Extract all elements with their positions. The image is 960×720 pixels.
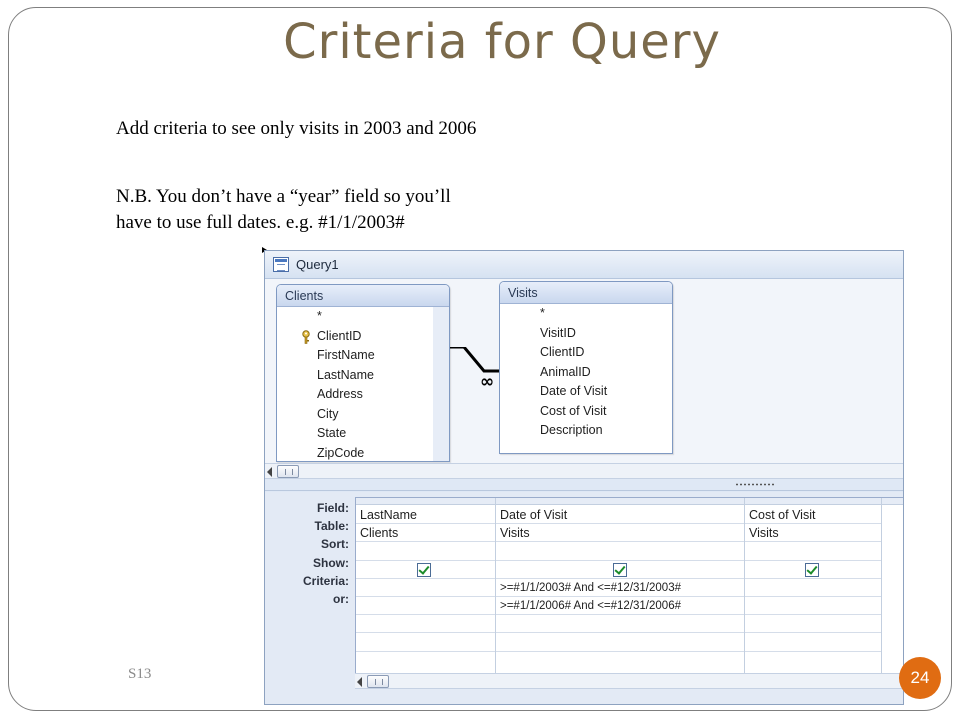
field-list-item[interactable]: Cost of Visit	[500, 402, 656, 422]
grid-row-labels: Field: Table: Sort: Show: Criteria: or:	[265, 499, 349, 608]
scrollbar-thumb[interactable]	[367, 675, 389, 688]
visits-table-box[interactable]: Visits * VisitID ClientID AnimalID Date …	[499, 281, 673, 454]
field-list-item[interactable]: FirstName	[277, 346, 433, 366]
query-design-grid[interactable]: LastName Clients Date of Visit Visits >=…	[355, 497, 903, 687]
grid-scrollbar[interactable]	[355, 673, 903, 689]
relationship-join-line[interactable]: 1 ∞	[450, 347, 500, 407]
show-cell[interactable]	[496, 561, 744, 579]
grid-column-lastname[interactable]: LastName Clients	[356, 498, 496, 686]
grid-column-empty[interactable]	[882, 498, 903, 686]
or-cell[interactable]	[745, 597, 881, 616]
field-list-item[interactable]: Address	[277, 385, 433, 405]
row-label-criteria: Criteria:	[302, 573, 349, 588]
column-selector[interactable]	[496, 498, 744, 505]
empty-cell[interactable]	[356, 615, 495, 634]
sort-cell[interactable]	[745, 542, 881, 561]
sort-cell[interactable]	[496, 542, 744, 561]
field-list-item[interactable]: Description	[500, 421, 656, 441]
or-cell[interactable]	[356, 597, 495, 616]
field-list-item[interactable]: ClientID	[500, 343, 656, 363]
criteria-cell[interactable]	[356, 579, 495, 597]
show-cell[interactable]	[745, 561, 881, 579]
empty-cell[interactable]	[745, 615, 881, 634]
field-list-item[interactable]: *	[500, 304, 656, 324]
page-number-badge: 24	[899, 657, 941, 699]
field-list-item[interactable]: ZipCode	[277, 444, 433, 462]
field-list-item[interactable]: Date of Visit	[500, 382, 656, 402]
clients-table-box[interactable]: Clients * ClientID FirstName LastName Ad…	[276, 284, 450, 462]
note-text: N.B. You don’t have a “year” field so yo…	[116, 186, 451, 233]
show-cell[interactable]	[356, 561, 495, 579]
row-label-or: or:	[333, 591, 349, 606]
query-tab[interactable]: Query1	[265, 251, 903, 279]
show-checkbox[interactable]	[417, 562, 431, 577]
field-list-item[interactable]: ClientID	[277, 327, 433, 347]
query-tab-label: Query1	[296, 257, 339, 272]
or-cell[interactable]: >=#1/1/2006# And <=#12/31/2006#	[496, 597, 744, 616]
empty-cell[interactable]	[496, 633, 744, 652]
table-cell[interactable]: Visits	[496, 524, 744, 543]
primary-key-icon	[302, 329, 310, 344]
design-grid-pane[interactable]: Field: Table: Sort: Show: Criteria: or: …	[265, 492, 903, 704]
table-cell[interactable]: Clients	[356, 524, 495, 543]
column-selector[interactable]	[882, 498, 903, 505]
row-label-show: Show:	[313, 555, 349, 570]
visits-table-title[interactable]: Visits	[500, 282, 672, 304]
scroll-left-icon[interactable]	[357, 677, 362, 687]
scroll-left-icon[interactable]	[267, 467, 272, 477]
field-list-item[interactable]: *	[277, 307, 433, 327]
field-list-item[interactable]: LastName	[277, 366, 433, 386]
field-cell[interactable]: Date of Visit	[496, 506, 744, 525]
field-list-item[interactable]: State	[277, 424, 433, 444]
field-list-item[interactable]: City	[277, 405, 433, 425]
scrollbar-thumb[interactable]	[277, 465, 299, 478]
grid-column-cost-of-visit[interactable]: Cost of Visit Visits	[745, 498, 882, 686]
row-label-sort: Sort:	[321, 537, 349, 552]
column-selector[interactable]	[745, 498, 881, 505]
relationship-many-label: ∞	[480, 372, 494, 392]
sort-cell[interactable]	[356, 542, 495, 561]
field-list-item[interactable]: AnimalID	[500, 363, 656, 383]
criteria-cell[interactable]	[745, 579, 881, 597]
table-cell[interactable]: Visits	[745, 524, 881, 543]
row-label-field: Field:	[317, 501, 349, 515]
criteria-cell[interactable]: >=#1/1/2003# And <=#12/31/2003#	[496, 579, 744, 597]
field-cell[interactable]: LastName	[356, 506, 495, 525]
row-label-table: Table:	[314, 519, 349, 534]
slide-title: Criteria for Query	[283, 14, 721, 70]
grid-column-date-of-visit[interactable]: Date of Visit Visits >=#1/1/2003# And <=…	[496, 498, 745, 686]
query-icon	[273, 257, 289, 272]
show-checkbox[interactable]	[613, 562, 627, 577]
table-pane-scrollbar[interactable]	[265, 463, 903, 479]
field-list-item[interactable]: VisitID	[500, 324, 656, 344]
column-selector[interactable]	[356, 498, 495, 505]
empty-cell[interactable]	[745, 633, 881, 652]
query-design-window[interactable]: Query1 Clients * ClientID FirstName Last…	[264, 250, 904, 705]
table-pane[interactable]: Clients * ClientID FirstName LastName Ad…	[265, 279, 903, 464]
clients-table-title[interactable]: Clients	[277, 285, 449, 307]
empty-cell[interactable]	[496, 615, 744, 634]
empty-cell[interactable]	[356, 633, 495, 652]
field-list-item-label: ClientID	[317, 328, 362, 343]
clients-field-list[interactable]: * ClientID FirstName LastName Address Ci…	[277, 307, 449, 462]
pane-splitter[interactable]	[265, 480, 903, 491]
visits-field-list[interactable]: * VisitID ClientID AnimalID Date of Visi…	[500, 304, 672, 441]
splitter-grip-icon[interactable]	[735, 483, 775, 486]
show-checkbox[interactable]	[805, 562, 819, 577]
field-cell[interactable]: Cost of Visit	[745, 506, 881, 525]
slide-code: S13	[128, 666, 152, 682]
instruction-text: Add criteria to see only visits in 2003 …	[116, 118, 477, 139]
